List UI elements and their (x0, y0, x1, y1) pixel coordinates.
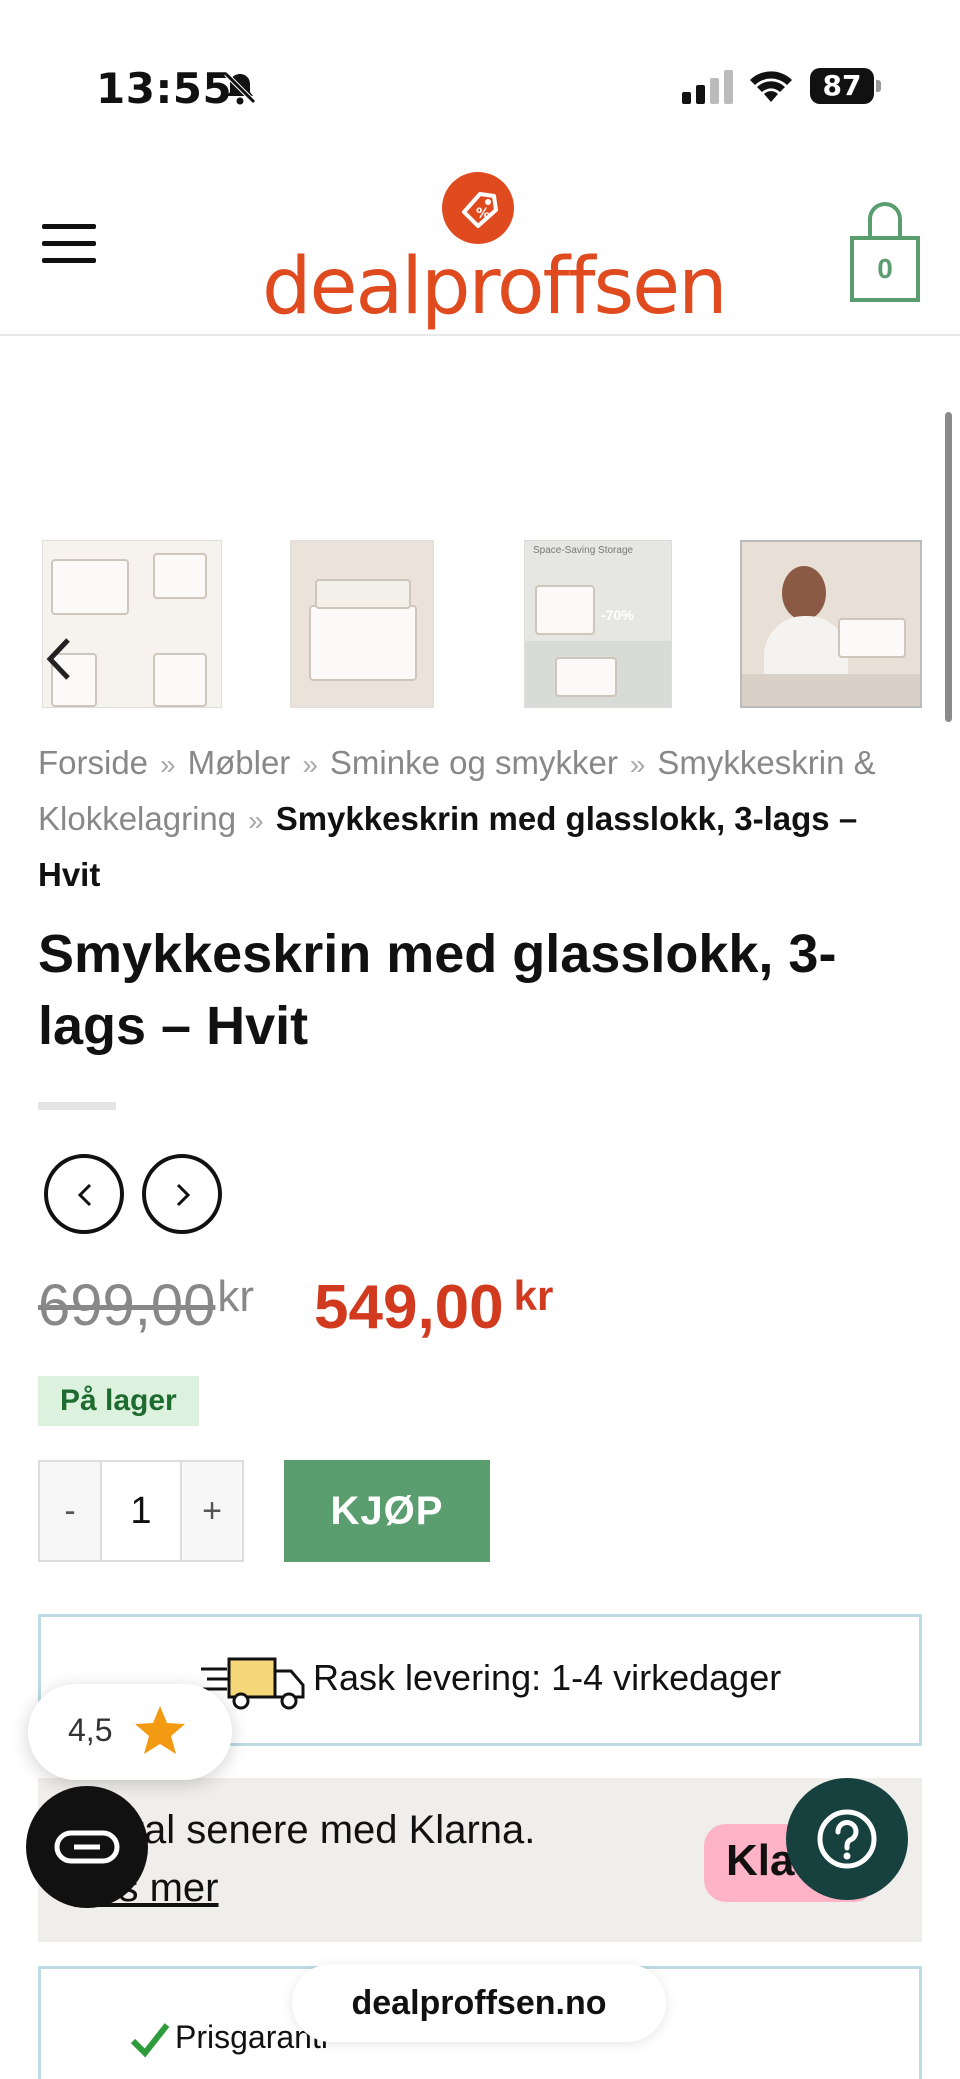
delivery-text: Rask levering: 1-4 virkedager (313, 1657, 782, 1698)
chevron-right-icon (176, 1183, 191, 1207)
scrollbar[interactable] (945, 412, 952, 722)
accessibility-button[interactable] (26, 1786, 148, 1908)
star-icon (135, 1706, 185, 1754)
sale-price-currency: kr (513, 1272, 554, 1319)
menu-icon[interactable] (42, 224, 96, 268)
klarna-text: Betal senere med Klarna. (84, 1808, 536, 1852)
thumbnail-dimensions[interactable] (42, 540, 222, 708)
old-price-currency: kr (217, 1272, 255, 1321)
breadcrumb-item-furniture[interactable]: Møbler (188, 744, 291, 781)
old-price-value: 699,00 (38, 1273, 216, 1338)
sale-price-value: 549,00 (314, 1273, 504, 1342)
price-row: 699,00kr 549,00 kr (38, 1268, 922, 1348)
prev-product-button[interactable] (44, 1154, 124, 1234)
question-icon (817, 1809, 877, 1869)
quantity-stepper: - + (38, 1460, 244, 1562)
thumbnail-caption: Space-Saving Storage (533, 545, 634, 556)
toggle-icon (54, 1830, 120, 1864)
url-bar[interactable]: dealproffsen.no (292, 1964, 666, 2042)
quantity-input[interactable] (102, 1462, 180, 1560)
thumbnail-space-saving[interactable]: Space-Saving Storage -70% (524, 540, 672, 708)
breadcrumb-separator: » (302, 749, 318, 780)
site-header: % dealproffsen 0 (0, 150, 960, 336)
rating-widget[interactable]: 4,5 (28, 1684, 232, 1780)
help-chat-button[interactable] (786, 1778, 908, 1900)
buy-button[interactable]: KJØP (284, 1460, 490, 1562)
chevron-left-icon (77, 1183, 92, 1207)
breadcrumb-separator: » (629, 749, 646, 780)
thumbnail-open-box[interactable] (290, 540, 434, 708)
svg-text:%: % (476, 206, 490, 222)
logo-text: dealproffsen (262, 242, 728, 332)
status-bar: 13:55 87 (0, 0, 960, 150)
title-divider (38, 1102, 116, 1110)
battery-level: 87 (810, 68, 874, 104)
sale-price: 549,00 kr (314, 1272, 553, 1343)
quantity-decrease-button[interactable]: - (40, 1462, 102, 1560)
rating-value: 4,5 (68, 1712, 113, 1748)
next-product-button[interactable] (142, 1154, 222, 1234)
wifi-icon (750, 71, 792, 102)
stock-badge: På lager (38, 1376, 199, 1426)
logo-tag-icon: % (442, 172, 514, 244)
breadcrumb: Forside» Møbler» Sminke og smykker» Smykkes… (38, 736, 922, 902)
thumbnail-badge: -70% (601, 607, 634, 623)
signal-icon (682, 70, 733, 104)
cart-handle (868, 202, 902, 240)
breadcrumb-separator: » (248, 805, 264, 836)
cart-icon[interactable]: 0 (850, 236, 920, 302)
status-time: 13:55 (96, 64, 233, 113)
battery-icon: 87 (810, 68, 882, 104)
quantity-increase-button[interactable]: + (180, 1462, 242, 1560)
product-thumbnails: Space-Saving Storage -70% (38, 540, 922, 710)
battery-tip (876, 80, 881, 92)
check-icon (130, 2023, 170, 2058)
product-title: Smykkeskrin med glasslokk, 3-lags – Hvit (38, 924, 837, 1056)
breadcrumb-separator: » (160, 749, 176, 780)
breadcrumb-item-makeup[interactable]: Sminke og smykker (330, 744, 618, 781)
chevron-left-icon[interactable] (42, 636, 76, 682)
breadcrumb-item-home[interactable]: Forside (38, 744, 148, 781)
bell-slash-icon (224, 72, 256, 105)
thumbnail-woman-with-box[interactable] (740, 540, 922, 708)
old-price: 699,00kr (38, 1272, 254, 1339)
logo[interactable]: % dealproffsen (262, 172, 728, 332)
